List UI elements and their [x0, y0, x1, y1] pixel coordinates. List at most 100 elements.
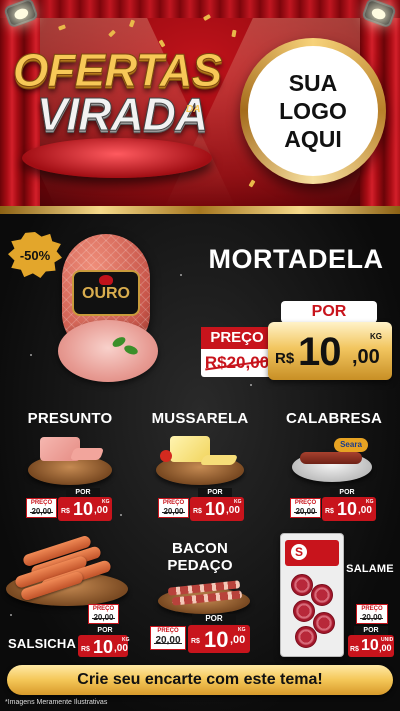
- product-name-presunto: PRESUNTO: [27, 410, 113, 427]
- prev-value: 20,00: [155, 635, 181, 646]
- prev-label: PREÇO: [157, 628, 179, 634]
- mortadela-label: OURO: [72, 270, 140, 316]
- current-price: R$ 10 ,00 KG: [188, 625, 250, 653]
- product-name-bacon-line1: BACON: [172, 540, 228, 557]
- currency: R$: [81, 646, 90, 653]
- por-label: POR: [192, 614, 236, 624]
- featured-prev-label: PREÇO: [201, 327, 273, 349]
- cta-button[interactable]: Crie seu encarte com este tema!: [7, 665, 393, 695]
- featured-price-dec: ,00: [352, 346, 380, 368]
- current-price: R$ 10 ,00 KG: [190, 497, 244, 521]
- unit: KG: [102, 499, 110, 505]
- product-name-salame: SALAME: [346, 563, 394, 575]
- price-int: 10: [337, 499, 358, 519]
- product-name-calabresa: CALABRESA: [286, 410, 382, 427]
- unit: KG: [366, 499, 374, 505]
- prev-label: PREÇO: [294, 500, 317, 506]
- price-dec: ,00: [358, 505, 372, 516]
- salame-package-image: S: [280, 533, 344, 657]
- header-banner: OFERTAS VIRADA DA SUA LOGO AQUI: [0, 0, 400, 210]
- title-pedestal: [22, 138, 212, 178]
- currency: R$: [350, 646, 359, 653]
- prev-label: PREÇO: [92, 606, 115, 612]
- price-dec: ,00: [379, 643, 392, 653]
- price-dec: ,00: [226, 505, 240, 516]
- product-name-bacon: BACON PEDAÇO: [150, 540, 250, 574]
- campaign-title-da: DA: [186, 104, 201, 115]
- prev-label: PREÇO: [162, 500, 185, 506]
- unit: KG: [234, 499, 242, 505]
- featured-currency: R$: [275, 350, 295, 367]
- previous-price: PREÇO 20,00: [290, 498, 321, 518]
- tomato-icon: [160, 450, 172, 462]
- logo-text-line: LOGO: [279, 98, 347, 124]
- current-price: R$ 10 ,00 KG: [78, 635, 130, 657]
- product-name-bacon-line2: PEDAÇO: [167, 557, 233, 574]
- por-label: POR: [354, 626, 388, 635]
- price-tag: PREÇO 20,00 POR R$ 10 ,00 UNID: [348, 604, 394, 657]
- featured-product-name: MORTADELA: [208, 244, 384, 274]
- currency: R$: [61, 508, 70, 515]
- mortadela-slices-image: [58, 320, 158, 382]
- flyer: OFERTAS VIRADA DA SUA LOGO AQUI -50% OUR…: [0, 0, 400, 711]
- current-price: R$ 10 ,00 KG: [322, 497, 376, 521]
- price-int: 10: [361, 637, 379, 654]
- currency: R$: [325, 508, 334, 515]
- strikethrough: [30, 512, 53, 513]
- featured-unit: KG: [370, 332, 382, 341]
- featured-previous-price: PREÇO R$20,00: [201, 327, 273, 377]
- price-int: 10: [93, 637, 114, 657]
- strikethrough: [92, 618, 115, 619]
- confetti: [231, 29, 237, 38]
- logo-text-line: SUA: [288, 70, 338, 96]
- currency: R$: [191, 638, 200, 645]
- disclaimer-footnote: *Imagens Meramente Ilustrativas: [5, 699, 108, 706]
- price-tag: POR PREÇO 20,00 R$ 10 ,00 KG: [290, 488, 376, 521]
- price-dec: ,00: [114, 643, 128, 654]
- prev-label: PREÇO: [361, 606, 383, 612]
- brand-emblem-icon: [99, 275, 113, 285]
- current-price: R$ 10 ,00 KG: [58, 497, 112, 521]
- previous-price: PREÇO 20,00: [88, 604, 119, 624]
- strikethrough: [154, 643, 182, 644]
- price-tag: POR PREÇO 20,00 R$ 10 ,00 KG: [150, 614, 250, 654]
- price-int: 10: [73, 499, 94, 519]
- prev-label: PREÇO: [30, 500, 53, 506]
- product-name-mussarela: MUSSARELA: [151, 410, 249, 427]
- unit: KG: [122, 637, 130, 643]
- campaign-title: OFERTAS VIRADA: [12, 44, 223, 138]
- price-int: 10: [205, 499, 226, 519]
- strikethrough: [360, 618, 383, 619]
- featured-price-tag: R$ 10 ,00 KG: [268, 322, 392, 380]
- discount-text: -50%: [19, 247, 51, 263]
- calabresa-image: [300, 452, 362, 464]
- por-label: POR: [66, 488, 100, 497]
- price-tag: POR PREÇO 20,00 R$ 10 ,00 KG: [158, 488, 244, 521]
- gold-divider: [0, 206, 400, 214]
- price-tag: POR PREÇO 20,00 R$ 10 ,00 KG: [26, 488, 112, 521]
- previous-price: PREÇO 20,00: [356, 604, 388, 624]
- unit: UNID: [381, 637, 394, 643]
- current-price: R$ 10 ,00 UNID: [348, 635, 394, 657]
- campaign-title-line1: OFERTAS: [12, 44, 223, 96]
- previous-price: PREÇO 20,00: [150, 626, 186, 650]
- featured-por-label: POR: [281, 301, 377, 323]
- previous-price: PREÇO 20,00: [158, 498, 189, 518]
- price-dec: ,00: [230, 634, 246, 646]
- currency: R$: [193, 508, 202, 515]
- por-label: POR: [198, 488, 232, 497]
- por-label: POR: [88, 626, 122, 635]
- logo-text-line: AQUI: [284, 126, 342, 152]
- previous-price: PREÇO 20,00: [26, 498, 57, 518]
- mortadela-brand: OURO: [82, 285, 130, 302]
- strikethrough: [162, 512, 185, 513]
- price-tag: PREÇO 20,00 POR R$ 10 ,00 KG: [48, 604, 134, 657]
- calabresa-brand: Seara: [334, 438, 368, 452]
- featured-price-int: 10: [298, 330, 341, 374]
- logo-circle: SUA LOGO AQUI: [248, 46, 378, 176]
- unit: KG: [238, 627, 246, 633]
- strikethrough: [294, 512, 317, 513]
- logo-placeholder: SUA LOGO AQUI: [240, 38, 386, 184]
- por-label: POR: [330, 488, 364, 497]
- price-int: 10: [204, 627, 229, 652]
